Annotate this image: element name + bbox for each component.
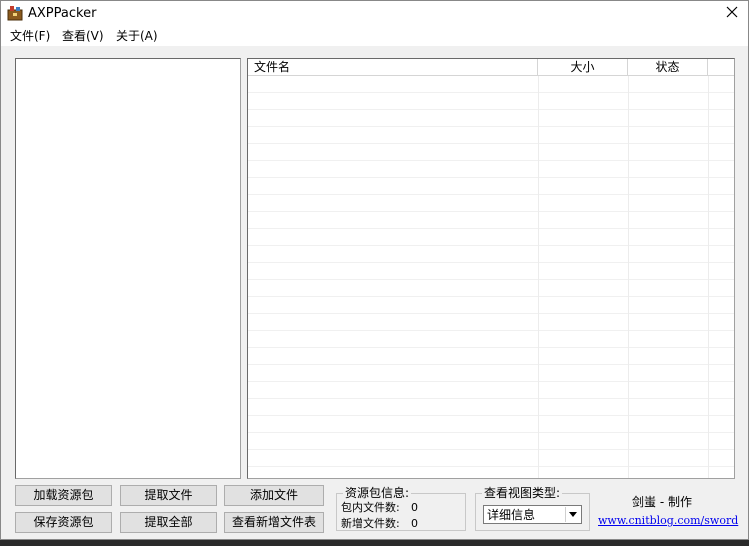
package-info-legend: 资源包信息: [343,485,412,501]
menu-view[interactable]: 查看(V) [62,28,104,44]
inner-count-value: 0 [411,501,418,514]
view-type-legend: 查看视图类型: [482,485,563,501]
grid-row [248,263,734,280]
window-title: AXPPacker [28,6,97,21]
grid-row [248,161,734,178]
grid-row [248,331,734,348]
menu-bar: 文件(F) 查看(V) 关于(A) [1,26,748,46]
grid-row [248,178,734,195]
grid-row [248,314,734,331]
view-new-files-button[interactable]: 查看新增文件表 [224,512,324,533]
grid-row [248,280,734,297]
grid-row [248,416,734,433]
grid-row [248,450,734,467]
desktop-background [0,540,749,546]
archive-icon [7,5,23,21]
grid-row [248,93,734,110]
list-header: 文件名 大小 状态 [248,59,734,76]
grid-row [248,110,734,127]
grid-column-line [628,76,629,478]
add-file-button[interactable]: 添加文件 [224,485,324,506]
grid-row [248,433,734,450]
grid-row [248,399,734,416]
grid-column-line [708,76,709,478]
chevron-down-icon[interactable] [565,507,580,522]
grid-row [248,76,734,93]
grid-row [248,212,734,229]
grid-row [248,195,734,212]
grid-row [248,365,734,382]
grid-row [248,246,734,263]
column-filename[interactable]: 文件名 [248,59,538,76]
close-icon [726,6,738,21]
grid-column-line [538,76,539,478]
view-type-select[interactable]: 详细信息 [483,505,582,524]
grid-row [248,144,734,161]
author-credit: 剑蚩 - 制作 [632,495,692,509]
load-package-button[interactable]: 加载资源包 [15,485,112,506]
app-window: AXPPacker 文件(F) 查看(V) 关于(A) 文件名 大小 状态 加载… [0,0,749,540]
grid-row [248,229,734,246]
save-package-button[interactable]: 保存资源包 [15,512,112,533]
grid-row [248,348,734,365]
extract-file-button[interactable]: 提取文件 [120,485,217,506]
view-type-value: 详细信息 [487,508,536,522]
extract-all-button[interactable]: 提取全部 [120,512,217,533]
grid-row [248,382,734,399]
website-link[interactable]: www.cnitblog.com/sword [598,514,738,528]
column-status[interactable]: 状态 [628,59,708,76]
new-count-label: 新增文件数: [341,517,400,530]
new-count-value: 0 [411,517,418,530]
title-bar[interactable]: AXPPacker [1,1,748,26]
inner-count-label: 包内文件数: [341,501,400,514]
grid-row [248,127,734,144]
close-button[interactable] [716,1,748,26]
package-tree[interactable] [15,58,241,479]
column-size[interactable]: 大小 [538,59,628,76]
menu-about[interactable]: 关于(A) [116,28,158,44]
file-list[interactable]: 文件名 大小 状态 [247,58,735,479]
grid-row [248,297,734,314]
menu-file[interactable]: 文件(F) [10,28,50,44]
